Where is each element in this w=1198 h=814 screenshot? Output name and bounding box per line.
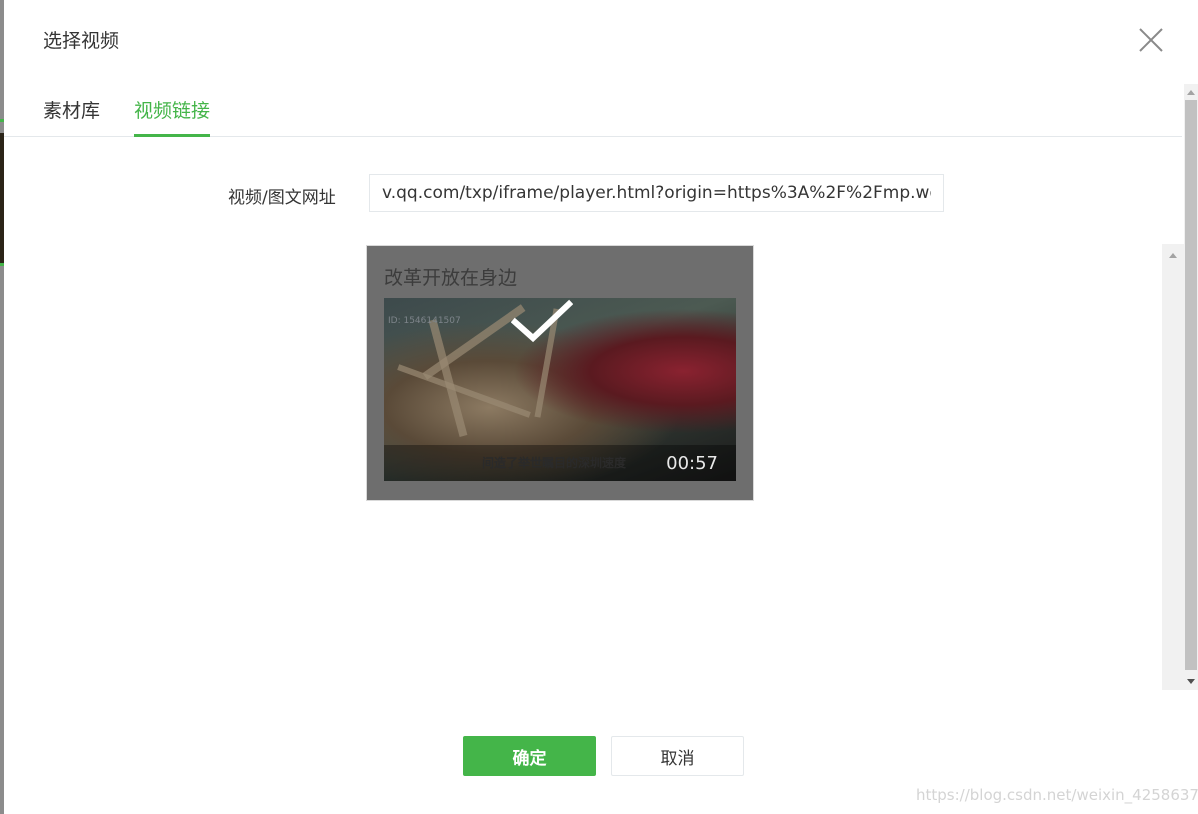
close-icon (1139, 28, 1163, 52)
tab-material-library[interactable]: 素材库 (43, 96, 100, 134)
video-url-input[interactable] (369, 174, 944, 212)
scroll-down-arrow-icon[interactable] (1187, 679, 1195, 684)
dialog-title: 选择视频 (43, 30, 120, 52)
close-button[interactable] (1137, 26, 1165, 54)
url-label: 视频/图文网址 (228, 188, 336, 208)
video-title: 改革开放在身边 (384, 267, 518, 289)
video-subtitle-text: 间造了举世瞩目的深圳速度 (482, 456, 627, 470)
tab-bar: 素材库 视频链接 (4, 0, 1182, 137)
thumbnail-info-bar: 间造了举世瞩目的深圳速度 00:57 (384, 445, 736, 481)
video-result-card[interactable]: 改革开放在身边 ID: 1546141507 间造了举世瞩目的深圳速度 00:5… (366, 245, 754, 501)
scroll-up-arrow-icon[interactable] (1169, 253, 1177, 258)
scrollbar-thumb[interactable] (1185, 100, 1197, 670)
confirm-button[interactable]: 确定 (463, 736, 596, 776)
select-video-dialog: 素材库 视频链接 选择视频 视频/图文网址 改革开放在身边 ID: 154614… (4, 0, 1198, 814)
cancel-button[interactable]: 取消 (611, 736, 744, 776)
thumbnail-id-text: ID: 1546141507 (388, 316, 461, 326)
checkmark-icon (511, 299, 573, 343)
dialog-scrollbar[interactable] (1184, 84, 1198, 690)
thumbnail-detail (397, 364, 531, 418)
video-duration: 00:57 (666, 453, 718, 474)
scroll-up-arrow-icon[interactable] (1187, 90, 1195, 95)
content-scrollbar[interactable] (1162, 244, 1184, 690)
watermark-text: https://blog.csdn.net/weixin_42586373 (916, 786, 1198, 804)
tab-video-link[interactable]: 视频链接 (134, 96, 211, 137)
